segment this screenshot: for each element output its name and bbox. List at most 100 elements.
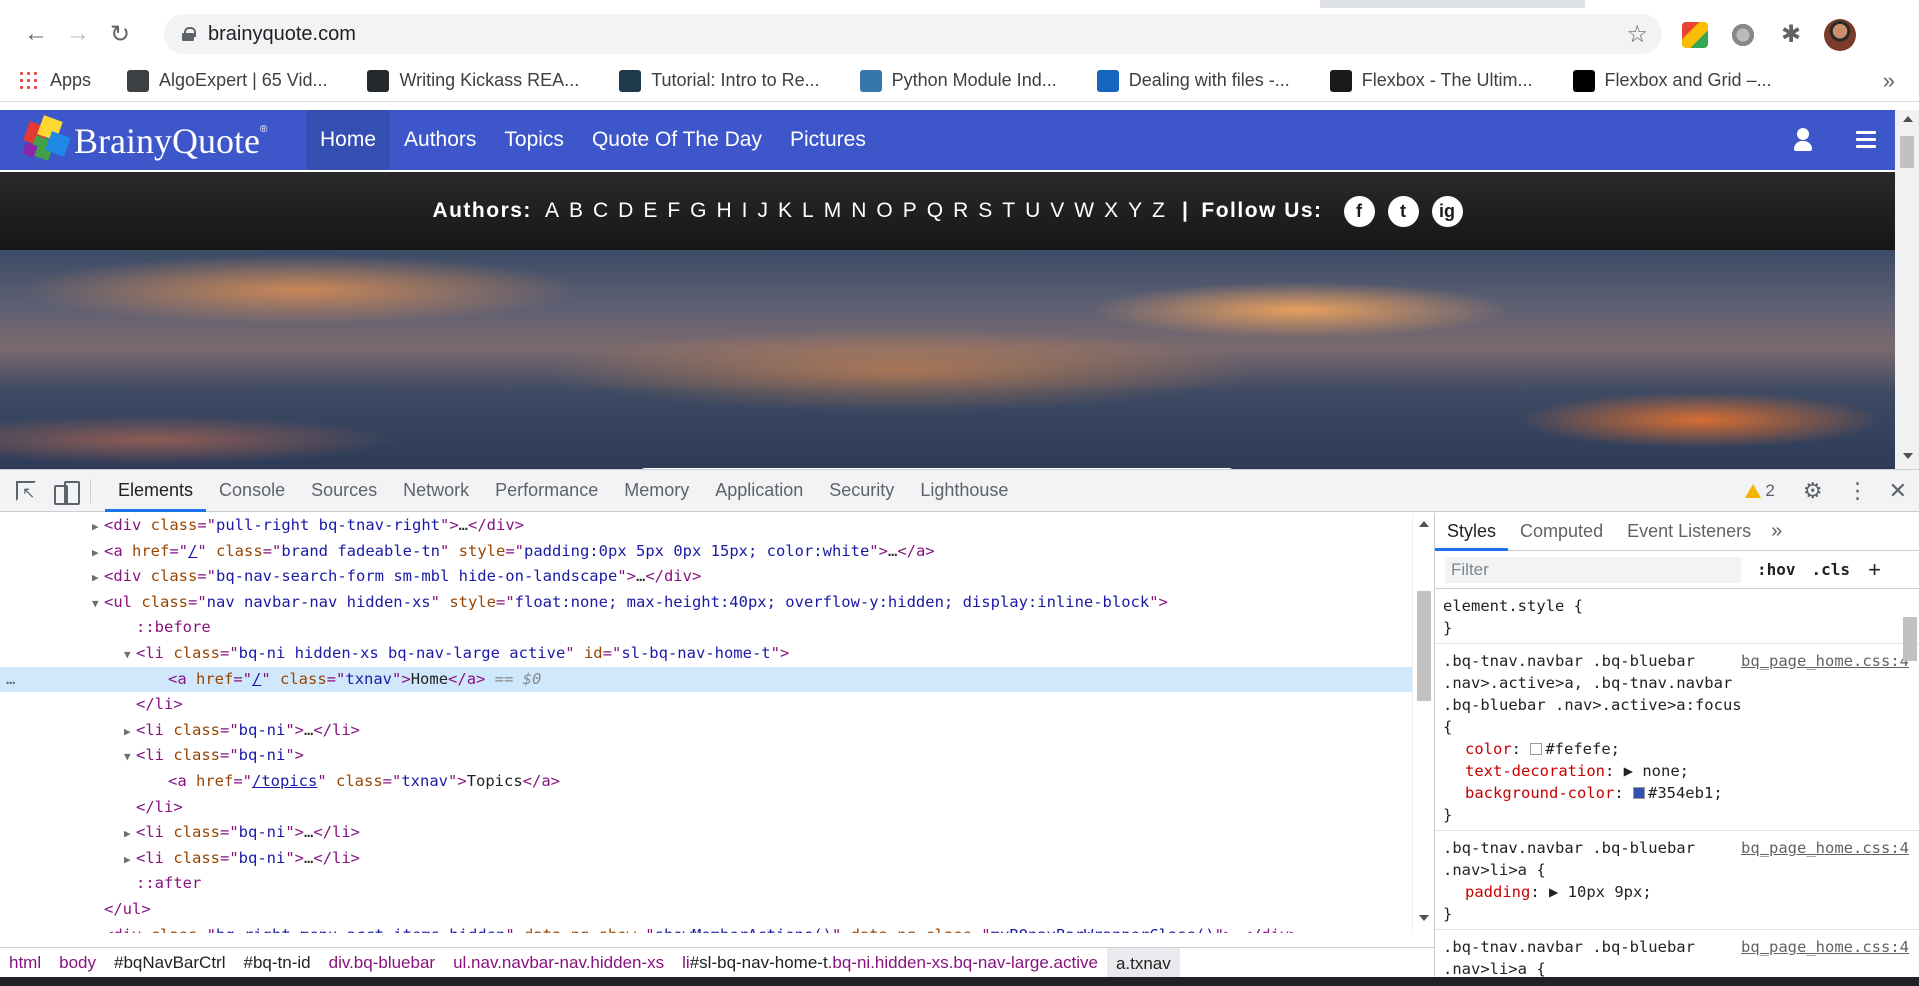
author-letter-k[interactable]: K	[778, 199, 792, 223]
devtools-tab-console[interactable]: Console	[206, 470, 298, 512]
css-value[interactable]: #354eb1	[1648, 784, 1713, 802]
author-letter-v[interactable]: V	[1050, 199, 1064, 223]
dom-node[interactable]: </li>	[0, 795, 1412, 821]
more-options-icon[interactable]: ⋮	[1847, 478, 1869, 504]
hamburger-menu-icon[interactable]	[1856, 131, 1876, 149]
bookmark-item[interactable]: AlgoExpert | 65 Vid...	[127, 69, 327, 92]
breadcrumb-item[interactable]: body	[50, 953, 105, 973]
node-actions-ellipsis[interactable]: …	[6, 667, 15, 693]
css-declaration[interactable]: color: #fefefe;	[1443, 738, 1915, 760]
css-value[interactable]: ▶ none	[1624, 762, 1680, 780]
author-letter-a[interactable]: A	[545, 199, 559, 223]
scrollbar-thumb[interactable]	[1417, 591, 1431, 701]
bookmark-item[interactable]: Dealing with files -...	[1096, 69, 1290, 92]
dom-node[interactable]: ▶ <li class="bq-ni">…</li>	[0, 846, 1412, 872]
css-declaration[interactable]: text-decoration: ▶ none;	[1443, 760, 1915, 782]
devtools-tab-security[interactable]: Security	[816, 470, 907, 512]
styles-scrollbar[interactable]	[1899, 589, 1919, 978]
color-swatch-icon[interactable]	[1530, 743, 1543, 755]
bookmark-item[interactable]: Tutorial: Intro to Re...	[619, 69, 820, 92]
expand-triangle-right-icon[interactable]: ▶	[124, 847, 136, 873]
back-arrow-icon[interactable]: ←	[18, 16, 54, 52]
expand-triangle-right-icon[interactable]: ▶	[92, 565, 104, 591]
expand-triangle-down-icon[interactable]: ▼	[124, 744, 136, 770]
author-letter-o[interactable]: O	[876, 199, 892, 223]
author-letter-m[interactable]: M	[824, 199, 842, 223]
styles-filter-input[interactable]: Filter	[1445, 556, 1741, 583]
expand-triangle-right-icon[interactable]: ▶	[92, 924, 104, 934]
rule-source-link[interactable]: bq_page_home.css:4	[1741, 936, 1909, 958]
forward-arrow-icon[interactable]: →	[60, 16, 96, 52]
dom-node[interactable]: <a href="/topics" class="txnav">Topics</…	[0, 769, 1412, 795]
expand-triangle-down-icon[interactable]: ▼	[92, 591, 104, 617]
facebook-icon[interactable]: f	[1343, 195, 1375, 227]
lock-icon[interactable]	[182, 27, 196, 41]
author-letter-t[interactable]: T	[1002, 199, 1015, 223]
css-property[interactable]: padding	[1465, 883, 1530, 901]
styles-tab-styles[interactable]: Styles	[1435, 513, 1509, 551]
extension-color-icon[interactable]	[1682, 22, 1708, 48]
devtools-tab-application[interactable]: Application	[702, 470, 816, 512]
dom-node-selected[interactable]: … <a href="/" class="txnav">Home</a> == $…	[0, 666, 1412, 693]
author-letter-d[interactable]: D	[618, 199, 633, 223]
css-declaration[interactable]: padding: ▶ 10px 9px;	[1443, 881, 1915, 903]
dom-node[interactable]: ▼ <ul class="nav navbar-nav hidden-xs" st…	[0, 590, 1412, 616]
author-letter-w[interactable]: W	[1074, 199, 1094, 223]
bookmark-item[interactable]: Python Module Ind...	[859, 69, 1057, 92]
inspect-element-icon[interactable]	[12, 477, 40, 505]
css-property[interactable]: background-color	[1465, 784, 1614, 802]
nav-item-pictures[interactable]: Pictures	[776, 110, 880, 170]
bookmark-item[interactable]: Apps	[18, 69, 91, 92]
rule-source-link[interactable]: bq_page_home.css:4	[1741, 650, 1909, 672]
brainyquote-logo[interactable]: BrainyQuote ®	[22, 115, 267, 166]
device-toolbar-icon[interactable]	[50, 477, 80, 505]
scrollbar-thumb[interactable]	[1903, 617, 1917, 661]
extension-gear-icon[interactable]	[1730, 22, 1756, 48]
cls-toggle[interactable]: .cls	[1812, 560, 1851, 579]
author-letter-z[interactable]: Z	[1152, 199, 1165, 223]
breadcrumb-item[interactable]: li#sl-bq-nav-home-t.bq-ni.hidden-xs.bq-n…	[673, 953, 1107, 973]
scroll-down-arrow-icon[interactable]	[1903, 453, 1913, 459]
dom-token[interactable]: /	[188, 542, 197, 560]
hov-toggle[interactable]: :hov	[1757, 560, 1796, 579]
breadcrumb-item[interactable]: #bqNavBarCtrl	[105, 953, 235, 973]
nav-item-authors[interactable]: Authors	[390, 110, 490, 170]
expand-triangle-right-icon[interactable]: ▶	[92, 514, 104, 540]
address-bar[interactable]: brainyquote.com ☆	[164, 14, 1662, 54]
author-letter-e[interactable]: E	[643, 199, 657, 223]
dom-node[interactable]: ▼ <li class="bq-ni hidden-xs bq-nav-large…	[0, 641, 1412, 667]
author-letter-l[interactable]: L	[802, 199, 814, 223]
dom-node[interactable]: ▶<div class="bq-right-menu acct-items hi…	[0, 923, 1412, 934]
bookmark-item[interactable]: Flexbox - The Ultim...	[1329, 69, 1533, 92]
bookmark-item[interactable]: Flexbox and Grid –...	[1572, 69, 1772, 92]
breadcrumb-item[interactable]: div.bq-bluebar	[320, 953, 444, 973]
rule-source-link[interactable]: bq_page_home.css:4	[1741, 837, 1909, 859]
nav-item-quote-of-the-day[interactable]: Quote Of The Day	[578, 110, 776, 170]
dom-node[interactable]: ▶ <a href="/" class="brand fadeable-tn" s…	[0, 539, 1412, 565]
scroll-up-arrow-icon[interactable]	[1419, 521, 1429, 527]
breadcrumb-item[interactable]: a.txnav	[1106, 948, 1180, 978]
dom-node[interactable]: ▼ <li class="bq-ni">	[0, 743, 1412, 769]
dom-token[interactable]: /	[252, 670, 261, 688]
styles-tabs-overflow-icon[interactable]: »	[1763, 520, 1790, 543]
devtools-tab-elements[interactable]: Elements	[105, 470, 207, 512]
dom-node[interactable]: ::before	[0, 615, 1412, 641]
author-letter-i[interactable]: I	[742, 199, 748, 223]
color-swatch-icon[interactable]	[1632, 787, 1645, 799]
scrollbar-thumb[interactable]	[1900, 136, 1914, 168]
rule-selector[interactable]: element.style {	[1443, 595, 1915, 617]
url-text[interactable]: brainyquote.com	[208, 23, 356, 46]
author-letter-h[interactable]: H	[717, 199, 732, 223]
css-value[interactable]: ▶ 10px 9px	[1549, 883, 1642, 901]
author-letter-r[interactable]: R	[953, 199, 968, 223]
devtools-tab-sources[interactable]: Sources	[298, 470, 390, 512]
expand-triangle-right-icon[interactable]: ▶	[124, 821, 136, 847]
bookmark-star-icon[interactable]: ☆	[1626, 20, 1648, 49]
twitter-icon[interactable]: t	[1387, 195, 1419, 227]
dom-node[interactable]: ▶ <li class="bq-ni">…</li>	[0, 718, 1412, 744]
author-letter-b[interactable]: B	[569, 199, 583, 223]
expand-triangle-right-icon[interactable]: ▶	[124, 719, 136, 745]
author-letter-x[interactable]: X	[1104, 199, 1118, 223]
dom-node[interactable]: </li>	[0, 692, 1412, 718]
dom-node[interactable]: ▶ <li class="bq-ni">…</li>	[0, 820, 1412, 846]
